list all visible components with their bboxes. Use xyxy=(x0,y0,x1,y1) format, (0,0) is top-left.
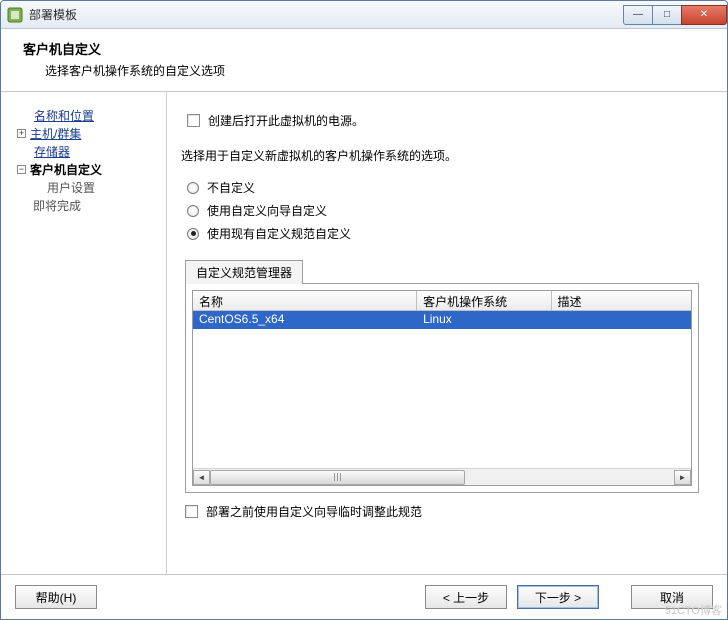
col-name[interactable]: 名称 xyxy=(193,291,417,310)
nav-guest-customization[interactable]: − 客户机自定义 xyxy=(17,160,160,178)
nav-storage[interactable]: 存储器 xyxy=(17,142,160,160)
wizard-nav: 名称和位置 + 主机/群集 存储器 − 客户机自定义 用户设置 即将完成 xyxy=(1,92,167,574)
cancel-button[interactable]: 取消 xyxy=(631,585,713,609)
nav-name-location[interactable]: 名称和位置 xyxy=(17,106,160,124)
radio-use-existing[interactable]: 使用现有自定义规范自定义 xyxy=(187,225,699,242)
customization-prompt: 选择用于自定义新虚拟机的客户机操作系统的选项。 xyxy=(181,147,699,164)
help-button[interactable]: 帮助(H) xyxy=(15,585,97,609)
table-header: 名称 客户机操作系统 描述 xyxy=(193,291,691,311)
page-subtitle: 选择客户机操作系统的自定义选项 xyxy=(45,62,709,79)
nav-host-cluster[interactable]: + 主机/群集 xyxy=(17,124,160,142)
cell-os: Linux xyxy=(417,311,551,329)
maximize-button[interactable]: □ xyxy=(652,5,682,25)
cell-name: CentOS6.5_x64 xyxy=(193,311,417,329)
expand-plus-icon[interactable]: + xyxy=(17,129,26,138)
wizard-header: 客户机自定义 选择客户机操作系统的自定义选项 xyxy=(1,29,727,92)
page-title: 客户机自定义 xyxy=(23,39,709,58)
back-button[interactable]: < 上一步 xyxy=(425,585,507,609)
scroll-right-icon[interactable]: ► xyxy=(674,470,691,485)
nav-link[interactable]: 名称和位置 xyxy=(34,107,94,124)
nav-link[interactable]: 主机/群集 xyxy=(30,125,81,142)
radio-icon[interactable] xyxy=(187,182,199,194)
nav-ready-complete: 即将完成 xyxy=(33,196,160,214)
app-icon xyxy=(7,7,23,23)
cell-desc xyxy=(552,311,691,329)
spec-panel: 名称 客户机操作系统 描述 CentOS6.5_x64 Linux xyxy=(185,283,699,493)
spec-table: 名称 客户机操作系统 描述 CentOS6.5_x64 Linux xyxy=(192,290,692,486)
close-button[interactable]: ✕ xyxy=(681,5,727,25)
power-on-checkbox[interactable] xyxy=(187,114,200,127)
radio-use-wizard[interactable]: 使用自定义向导自定义 xyxy=(187,202,699,219)
adjust-checkbox[interactable] xyxy=(185,505,198,518)
nav-current-label: 客户机自定义 xyxy=(30,161,102,178)
radio-icon-selected[interactable] xyxy=(187,228,199,240)
radio-no-customize[interactable]: 不自定义 xyxy=(187,179,699,196)
scroll-thumb[interactable] xyxy=(210,470,465,485)
collapse-minus-icon[interactable]: − xyxy=(17,165,26,174)
wizard-footer: 帮助(H) < 上一步 下一步 > 取消 xyxy=(1,574,727,619)
minimize-button[interactable]: — xyxy=(623,5,653,25)
col-os[interactable]: 客户机操作系统 xyxy=(417,291,551,310)
adjust-label: 部署之前使用自定义向导临时调整此规范 xyxy=(206,503,422,520)
tab-spec-manager[interactable]: 自定义规范管理器 xyxy=(185,260,303,284)
window-title: 部署模板 xyxy=(29,6,624,23)
next-button[interactable]: 下一步 > xyxy=(517,585,599,609)
power-on-label: 创建后打开此虚拟机的电源。 xyxy=(208,112,364,129)
power-on-row[interactable]: 创建后打开此虚拟机的电源。 xyxy=(187,112,699,129)
nav-user-settings: 用户设置 xyxy=(47,178,160,196)
col-desc[interactable]: 描述 xyxy=(552,291,691,310)
horizontal-scrollbar[interactable]: ◄ ► xyxy=(193,468,691,485)
titlebar: 部署模板 — □ ✕ xyxy=(1,1,727,29)
scroll-left-icon[interactable]: ◄ xyxy=(193,470,210,485)
adjust-before-deploy-row[interactable]: 部署之前使用自定义向导临时调整此规范 xyxy=(185,503,699,520)
nav-link[interactable]: 存储器 xyxy=(34,143,70,160)
table-row[interactable]: CentOS6.5_x64 Linux xyxy=(193,311,691,329)
radio-icon[interactable] xyxy=(187,205,199,217)
wizard-content: 创建后打开此虚拟机的电源。 选择用于自定义新虚拟机的客户机操作系统的选项。 不自… xyxy=(167,92,727,574)
